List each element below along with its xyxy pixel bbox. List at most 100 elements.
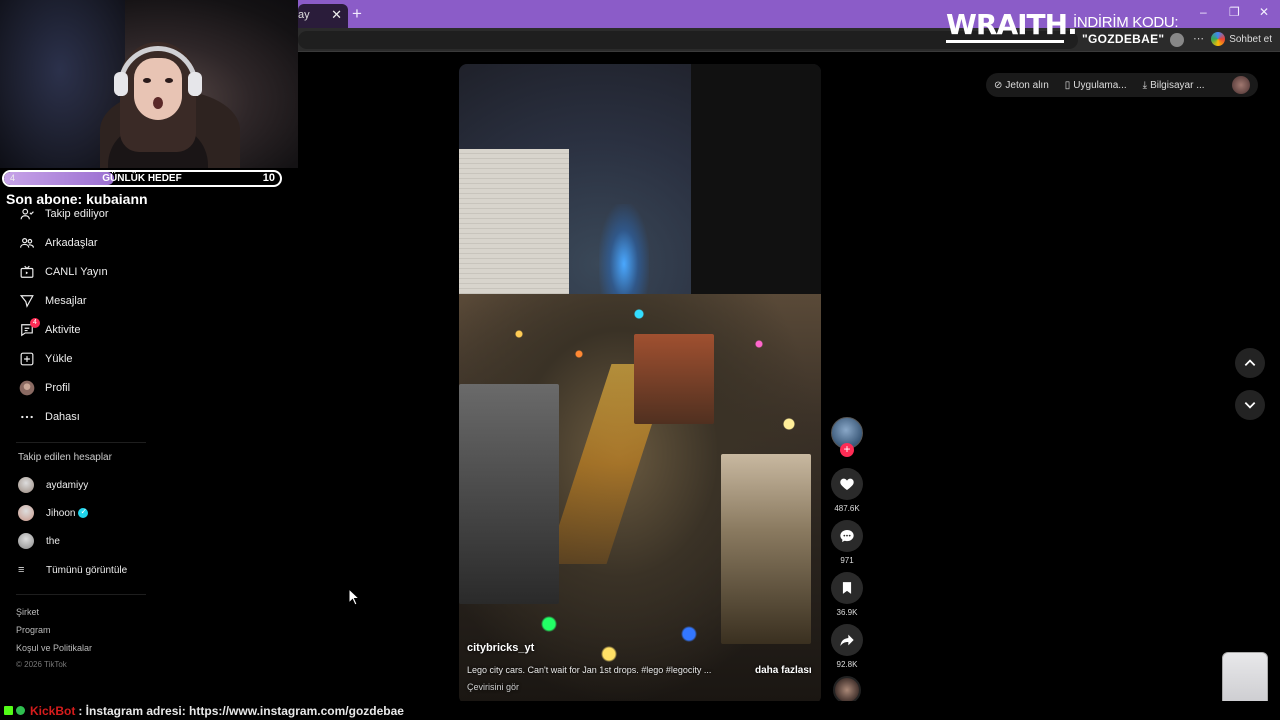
verified-icon xyxy=(78,507,89,518)
profile-icon xyxy=(18,379,36,397)
account-name: the xyxy=(46,535,60,547)
sidebar-item-label: Mesajlar xyxy=(45,295,87,307)
sidebar-item-label: Arkadaşlar xyxy=(45,237,98,249)
coins-label: Jeton alın xyxy=(1005,79,1049,91)
tab-title: ay xyxy=(298,9,310,21)
like-button[interactable] xyxy=(831,468,863,500)
webcam-overlay xyxy=(0,0,298,168)
user-avatar[interactable] xyxy=(1232,76,1250,94)
footer-link-company[interactable]: Şirket xyxy=(16,607,39,617)
gemini-icon xyxy=(1211,32,1226,46)
upload-icon xyxy=(18,350,36,368)
sidebar-item-label: Profil xyxy=(45,382,71,394)
tab-close-icon[interactable]: ✕ xyxy=(331,7,342,23)
sidebar-item-arkadaşlar[interactable]: Arkadaşlar xyxy=(18,233,98,253)
chat-ticker: KickBot : İnstagram adresi: https://www.… xyxy=(0,701,1280,720)
chat-message: : İnstagram adresi: https://www.instagra… xyxy=(78,703,404,718)
previous-video-button[interactable] xyxy=(1235,348,1265,378)
friends-icon xyxy=(18,234,36,252)
goal-target: 10 xyxy=(262,172,275,184)
restore-icon[interactable]: ❐ xyxy=(1229,5,1240,19)
list-icon: ≡ xyxy=(18,564,25,576)
video-player[interactable]: citybricks_yt Lego city cars. Can't wait… xyxy=(459,64,821,704)
notification-badge: 4 xyxy=(30,318,40,328)
wraith-logo: WRAITH. xyxy=(946,8,1078,41)
next-video-button[interactable] xyxy=(1235,390,1265,420)
headset-earcup xyxy=(114,72,128,96)
sidebar-item-canli-yayın[interactable]: CANLI Yayın xyxy=(18,262,108,282)
avatar xyxy=(18,477,34,493)
video-author[interactable]: citybricks_yt xyxy=(467,642,534,654)
follow-plus-icon[interactable]: + xyxy=(840,443,854,457)
sidebar-item-aktivite[interactable]: 4 Aktivite xyxy=(18,318,81,340)
save-button[interactable] xyxy=(831,572,863,604)
coins-button[interactable]: ⊘ Jeton alın xyxy=(986,80,1057,91)
video-scene-building xyxy=(634,334,714,424)
verified-bot-icon xyxy=(16,706,25,715)
music-disc-icon[interactable] xyxy=(833,676,861,704)
last-subscriber: Son abone: kubaiann xyxy=(6,191,148,207)
footer-link-program[interactable]: Program xyxy=(16,625,51,635)
new-tab-icon[interactable]: + xyxy=(352,4,362,24)
chevron-down-icon xyxy=(1244,402,1256,409)
share-icon xyxy=(840,634,854,646)
activity-icon: 4 xyxy=(18,318,40,339)
window-close-icon[interactable]: ✕ xyxy=(1259,5,1269,19)
sidebar-item-takip-ediliyor[interactable]: Takip ediliyor xyxy=(18,204,109,224)
daily-goal-bar: 4 GÜNLÜK HEDEF 10 xyxy=(2,170,282,187)
chat-username: KickBot xyxy=(30,703,76,718)
comment-button[interactable] xyxy=(831,520,863,552)
account-name: Jihoon xyxy=(46,507,76,519)
promo-line-1: İNDİRİM KODU: xyxy=(1073,14,1179,31)
mouse-cursor-icon xyxy=(348,588,360,606)
sidebar-item-dahası[interactable]: Dahası xyxy=(18,407,80,427)
like-count: 487.6K xyxy=(834,504,860,513)
top-actions-bar: ⊘ Jeton alın ▯ Uygulama... ⤓ Bilgisayar … xyxy=(986,73,1258,97)
footer-link-terms[interactable]: Koşul ve Politikalar xyxy=(16,643,92,653)
sidebar-item-label: Aktivite xyxy=(45,324,81,336)
sidebar: Takip ediliyor Arkadaşlar CANLI Yayın Mesaj… xyxy=(0,168,298,700)
live-icon xyxy=(18,263,36,281)
more-icon xyxy=(18,408,36,426)
followed-account[interactable]: Jihoon xyxy=(18,504,89,522)
browser-tab[interactable]: ay ✕ xyxy=(298,4,348,28)
app-button[interactable]: ▯ Uygulama... xyxy=(1057,80,1135,91)
kick-icon xyxy=(4,706,13,715)
sidebar-item-mesajlar[interactable]: Mesajlar xyxy=(18,291,87,311)
promo-code: "GOZDEBAE" xyxy=(1082,32,1165,46)
avatar xyxy=(18,533,34,549)
download-icon: ⤓ xyxy=(1142,79,1148,91)
desktop-label: Bilgisayar ... xyxy=(1150,79,1205,91)
chevron-up-icon xyxy=(1244,359,1256,366)
sidebar-item-yükle[interactable]: Yükle xyxy=(18,349,73,369)
sohbet-button[interactable]: Sohbet et xyxy=(1211,32,1272,46)
account-name: aydamiyy xyxy=(46,479,89,491)
menu-dots-icon[interactable]: ⋯ xyxy=(1193,32,1207,46)
share-count: 92.8K xyxy=(836,660,858,669)
headset-earcup xyxy=(188,72,202,96)
sidebar-item-profil[interactable]: Profil xyxy=(18,378,70,398)
divider xyxy=(16,594,146,595)
caption-more-link[interactable]: daha fazlası xyxy=(755,665,812,676)
followed-account[interactable]: the xyxy=(18,532,60,550)
webcam-mouth xyxy=(153,97,163,109)
save-count: 36.9K xyxy=(836,608,858,617)
video-scene-building xyxy=(721,454,811,644)
desktop-button[interactable]: ⤓ Bilgisayar ... xyxy=(1135,80,1213,91)
translate-link[interactable]: Çevirisini gör xyxy=(467,682,519,692)
app-label: Uygulama... xyxy=(1073,79,1127,91)
minimize-icon[interactable]: – xyxy=(1200,5,1207,19)
followed-account[interactable]: aydamiyy xyxy=(18,476,88,494)
divider xyxy=(16,442,146,443)
coin-icon: ⊘ xyxy=(994,79,1003,91)
video-caption: Lego city cars. Can't wait for Jan 1st d… xyxy=(467,665,712,675)
followed-accounts-title: Takip edilen hesaplar xyxy=(18,452,112,463)
sidebar-item-label: Takip ediliyor xyxy=(45,208,109,220)
comment-count: 971 xyxy=(840,556,854,565)
profile-icon[interactable] xyxy=(1170,33,1184,47)
see-all-label: Tümünü görüntüle xyxy=(46,564,128,576)
see-all-link[interactable]: ≡ Tümünü görüntüle xyxy=(18,561,127,579)
share-button[interactable] xyxy=(831,624,863,656)
bookmark-icon xyxy=(842,582,852,594)
sidebar-item-label: Dahası xyxy=(45,411,80,423)
